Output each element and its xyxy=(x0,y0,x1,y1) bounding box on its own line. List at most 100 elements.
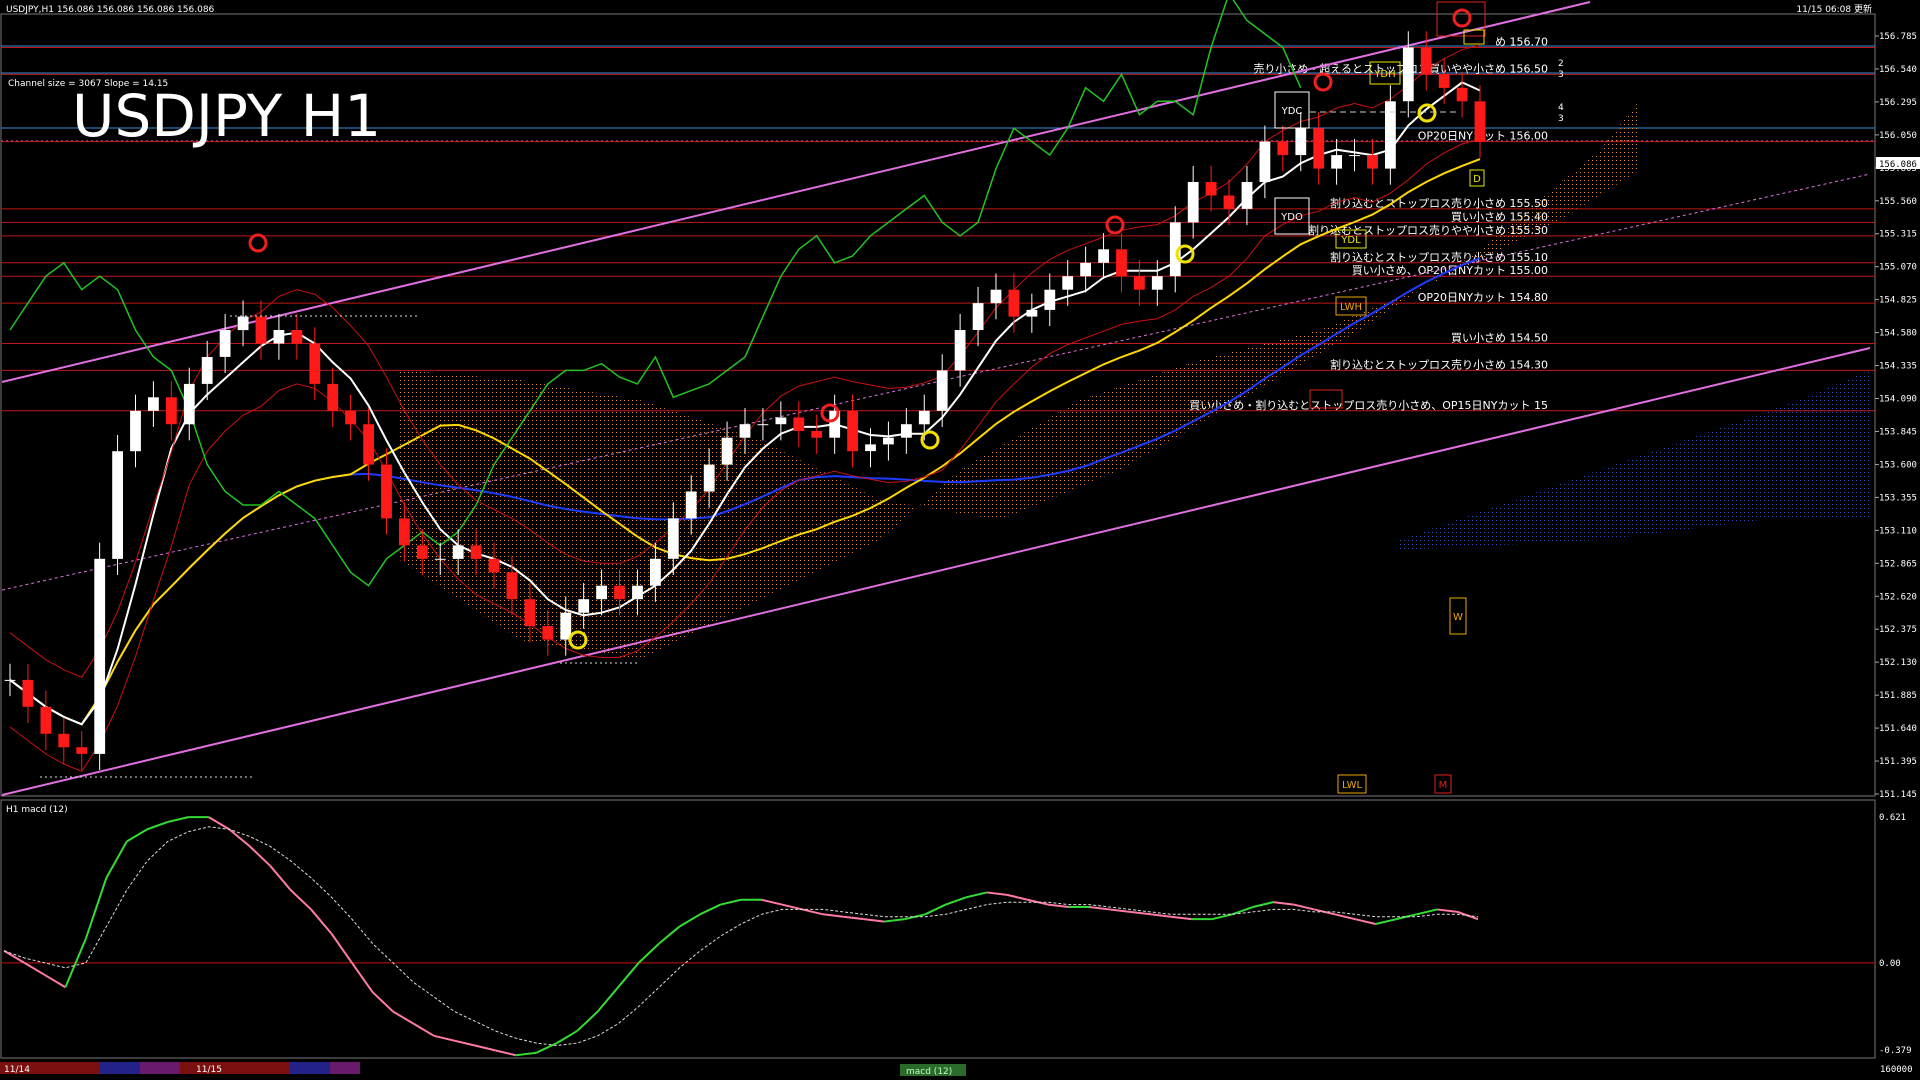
price-axis-tick-label: 154.825 xyxy=(1879,296,1917,306)
candle-body xyxy=(1187,182,1199,223)
candle-body xyxy=(1313,128,1325,169)
candle-body xyxy=(363,424,374,465)
candle-body xyxy=(1134,276,1145,290)
candle-body xyxy=(148,397,159,411)
price-axis-tick-label: 156.050 xyxy=(1879,131,1917,141)
d-marker-label: D xyxy=(1473,174,1481,185)
candle-body xyxy=(22,679,34,707)
candle-body xyxy=(399,518,410,546)
candle-body xyxy=(1151,276,1163,290)
datetime-header: 11/15 06:08 更新 xyxy=(1796,3,1872,15)
main-title: USDJPY H1 xyxy=(72,82,381,150)
price-axis-tick-label: 155.315 xyxy=(1879,230,1917,240)
price-axis-tick-label: 154.335 xyxy=(1879,362,1917,372)
candle-body xyxy=(918,410,930,425)
price-level-label: OP20日NYカット 154.80 xyxy=(1418,291,1548,304)
candle-body xyxy=(1385,101,1396,169)
candle-body xyxy=(542,626,554,640)
macd-axis-label: 0.00 xyxy=(1879,959,1901,969)
candle-body xyxy=(470,545,482,559)
candle-body xyxy=(1241,182,1253,209)
date-label-2: 11/15 xyxy=(196,1065,222,1075)
candle-body xyxy=(739,424,751,438)
lwh-marker-label: LWH xyxy=(1340,302,1362,313)
candle-body xyxy=(1116,249,1127,277)
price-axis-tick-label: 152.865 xyxy=(1879,559,1917,569)
candle-body xyxy=(1420,47,1432,75)
candle-body xyxy=(632,585,643,600)
candle-body xyxy=(901,424,912,438)
ydc-marker-label: YDC xyxy=(1281,106,1303,117)
candle-body xyxy=(434,558,446,560)
candle-body xyxy=(793,417,805,431)
forex-chart[interactable]: USDJPY,H1 156.086 156.086 156.086 156.08… xyxy=(0,0,1920,1080)
candle-body xyxy=(1331,155,1342,169)
candle-body xyxy=(291,330,303,344)
candle-body xyxy=(936,370,948,411)
m-marker-label: M xyxy=(1439,780,1448,791)
candle-body xyxy=(847,410,858,452)
candle-body xyxy=(4,679,16,681)
candle-body xyxy=(596,585,607,600)
price-axis-tick-label: 153.600 xyxy=(1879,460,1917,470)
price-axis-tick-label: 156.540 xyxy=(1879,65,1917,75)
candle-body xyxy=(1456,87,1468,102)
price-axis-tick-label: 155.560 xyxy=(1879,197,1917,207)
candle-body xyxy=(488,558,500,573)
candle-body xyxy=(990,289,1002,304)
candle-body xyxy=(381,464,392,519)
candle-body xyxy=(1080,262,1091,277)
ydl-marker-label: YDL xyxy=(1340,235,1361,246)
price-level-label: 買い小さめ・割り込むとストップロス売り小さめ、OP15日NYカット 15 xyxy=(1189,398,1548,412)
price-level-label: 買い小さめ 154.50 xyxy=(1451,332,1548,345)
candle-body xyxy=(865,444,876,452)
candle-body xyxy=(327,383,339,411)
price-axis-tick-label: 154.580 xyxy=(1879,329,1917,339)
candle-body xyxy=(76,747,88,754)
candle-body xyxy=(757,424,769,426)
candle-body xyxy=(1008,289,1020,317)
price-level-label: 割り込むとストップロス売り小さめ 154.30 xyxy=(1330,357,1548,371)
lwl-marker-label: LWL xyxy=(1342,780,1363,791)
candle-body xyxy=(614,585,625,600)
price-axis-tick-label: 153.845 xyxy=(1879,427,1917,437)
candle-body xyxy=(1223,195,1235,209)
price-level-label: 売り小さめ・超えるとストップロス買いやや小さめ 156.50 xyxy=(1253,61,1548,75)
price-axis-tick-label: 156.785 xyxy=(1879,32,1917,42)
candle-body xyxy=(1044,289,1056,310)
bottom-right-value: 160000 xyxy=(1880,1065,1913,1075)
price-level-label: 割り込むとストップロス売り小さめ 155.10 xyxy=(1330,250,1548,264)
candle-body xyxy=(524,599,536,627)
candle-body xyxy=(506,572,518,600)
price-axis-tick-label: 152.375 xyxy=(1879,625,1917,635)
candle-body xyxy=(345,410,356,425)
candle-body xyxy=(166,397,177,425)
candle-body xyxy=(58,733,70,748)
candle-body xyxy=(685,491,697,519)
candle-body xyxy=(667,518,679,559)
price-axis-tick-label: 151.640 xyxy=(1879,724,1917,734)
candle-body xyxy=(309,343,321,384)
price-axis-tick-label: 153.110 xyxy=(1879,526,1917,536)
candle-body xyxy=(721,437,733,465)
candle-body xyxy=(130,410,141,452)
macd-axis-label: 0.621 xyxy=(1879,813,1906,823)
price-axis-tick-label: 151.885 xyxy=(1879,691,1917,701)
candle-body xyxy=(1474,101,1486,142)
ydo-marker-label: YDO xyxy=(1280,212,1303,223)
price-axis-tick-label: 152.620 xyxy=(1879,592,1917,602)
candle-body xyxy=(219,330,231,357)
candle-body xyxy=(1259,141,1271,182)
candle-body xyxy=(811,431,823,438)
price-axis-tick-label: 154.090 xyxy=(1879,395,1917,405)
candle-body xyxy=(578,599,590,613)
candle-body xyxy=(1205,182,1217,196)
candle-body xyxy=(1277,141,1289,156)
price-axis-tick-label: 153.355 xyxy=(1879,493,1917,503)
candle-body xyxy=(112,451,123,559)
sma-number-label: 3 xyxy=(1558,114,1564,124)
candle-body xyxy=(255,316,267,344)
candle-body xyxy=(560,612,572,640)
w-marker-label: W xyxy=(1453,612,1463,623)
candle-body xyxy=(972,303,984,330)
